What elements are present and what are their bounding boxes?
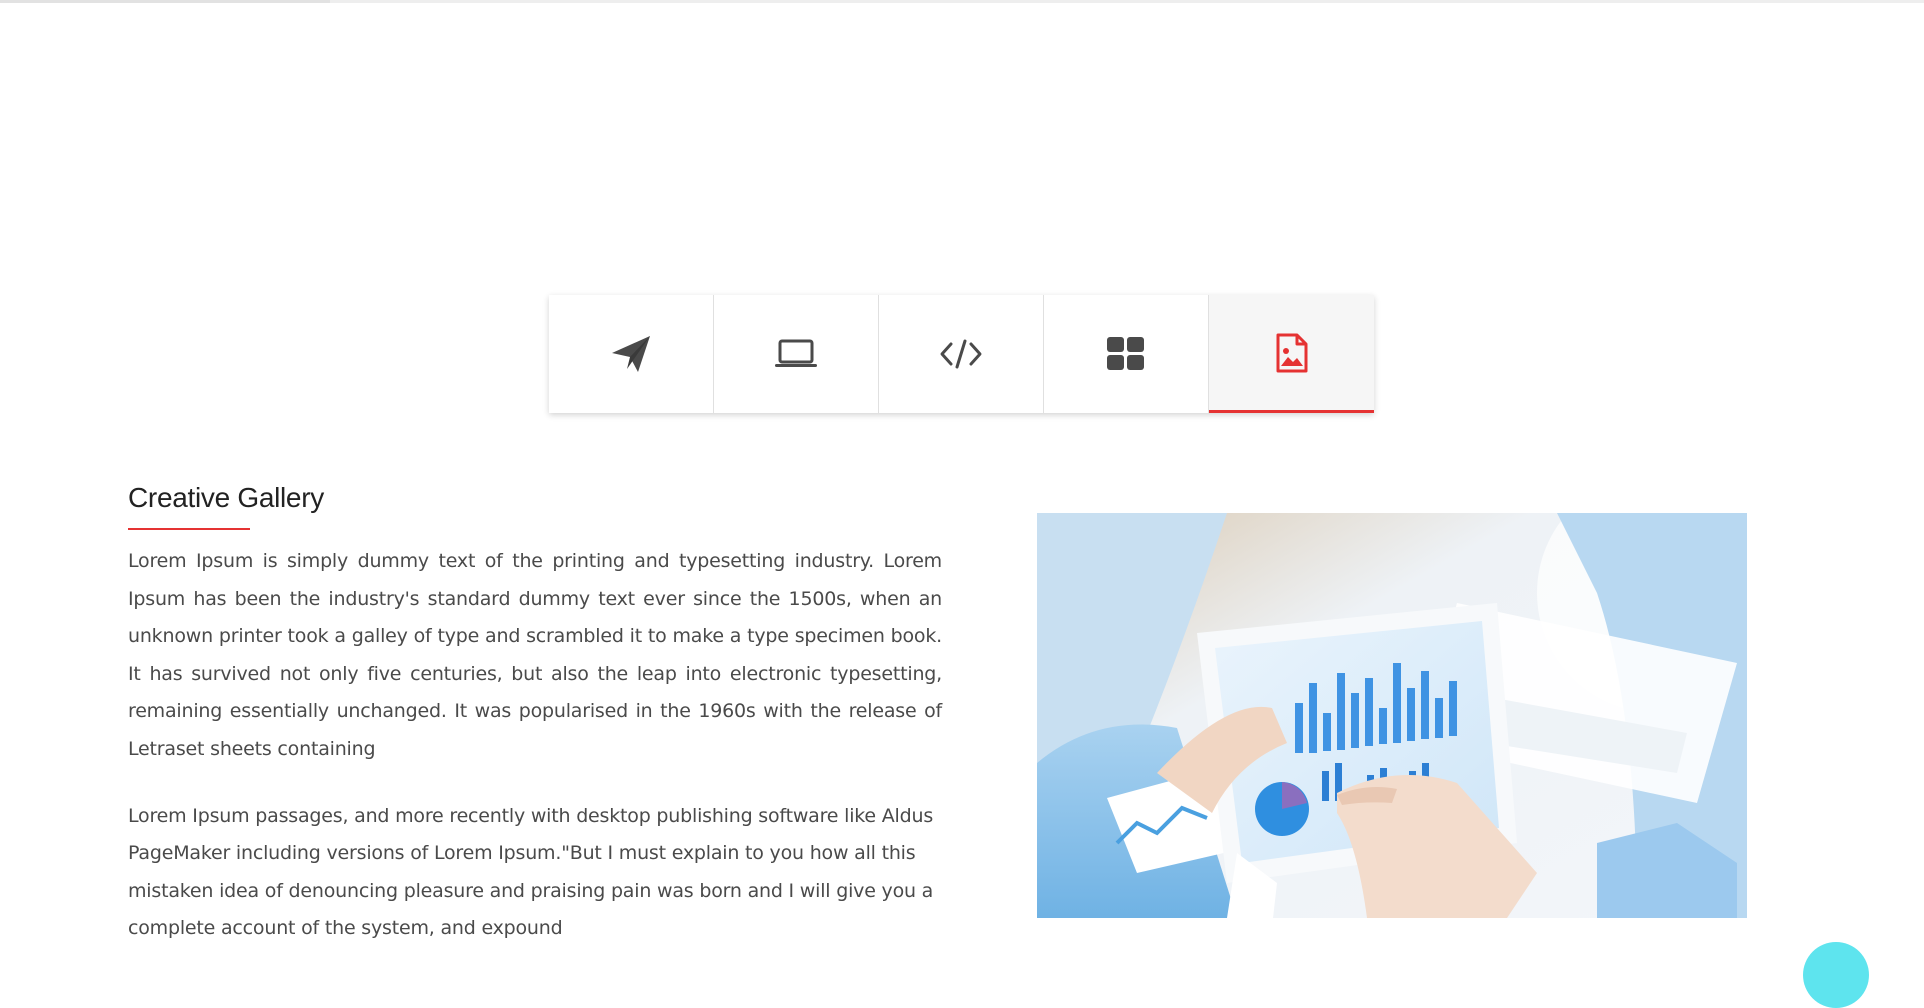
section-title: Creative Gallery xyxy=(128,482,324,513)
tab-code[interactable] xyxy=(879,295,1044,413)
paragraph-1: Lorem Ipsum is simply dummy text of the … xyxy=(128,550,942,760)
tab-image-file[interactable] xyxy=(1209,295,1374,413)
gallery-image xyxy=(1037,513,1747,918)
gallery-text-block: Creative Gallery Lorem Ipsum is simply d… xyxy=(128,480,942,948)
laptop-icon xyxy=(774,339,818,369)
paper-plane-icon xyxy=(610,333,652,375)
tab-grid[interactable] xyxy=(1044,295,1209,413)
image-file-icon xyxy=(1275,333,1309,373)
feature-tabs xyxy=(549,295,1374,413)
code-icon xyxy=(939,338,983,370)
top-border-accent xyxy=(0,0,330,3)
tab-paper-plane[interactable] xyxy=(549,295,714,413)
tab-laptop[interactable] xyxy=(714,295,879,413)
title-underline xyxy=(128,528,250,530)
paragraph-2: Lorem Ipsum passages, and more recently … xyxy=(128,804,934,940)
grid-icon xyxy=(1107,337,1145,371)
